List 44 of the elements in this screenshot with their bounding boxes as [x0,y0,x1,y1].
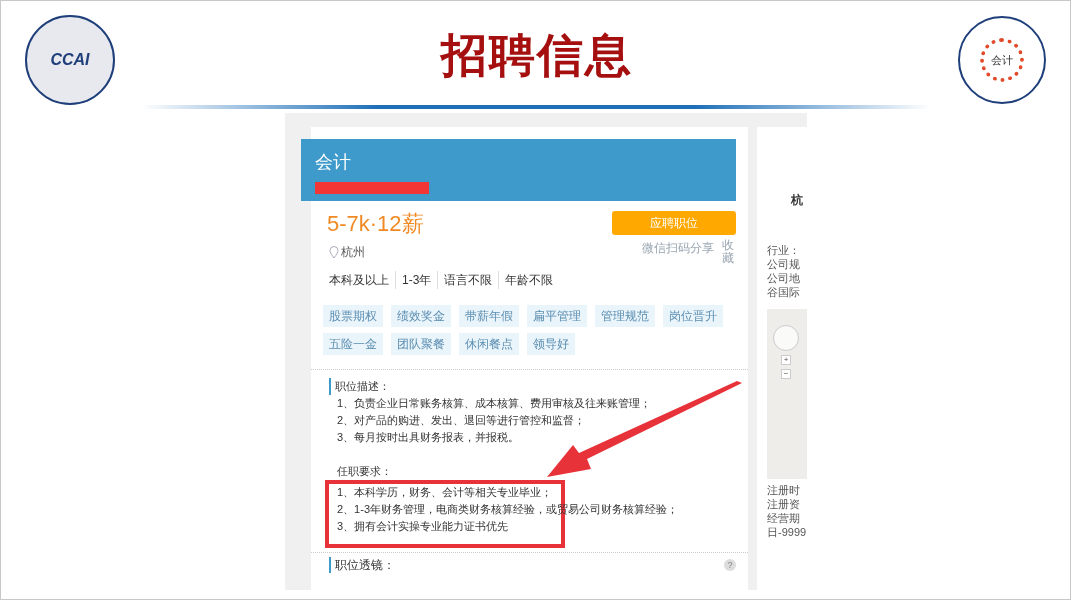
logo-text: CCAI [50,50,90,70]
location: 杭州 [341,244,365,261]
benefit-tag: 休闲餐点 [459,333,519,356]
benefit-tag: 股票期权 [323,305,383,328]
requirement: 年龄不限 [498,271,560,290]
benefit-tag: 团队聚餐 [391,333,451,356]
logo-text: 会计 [991,52,1013,68]
job-title: 会计 [315,151,352,174]
requirement-line: 1、本科学历，财务、会计等相关专业毕业； [337,485,554,501]
benefit-tag: 扁平管理 [527,305,587,328]
requirement: 1-3年 [395,271,438,290]
map-pan-control[interactable] [773,325,799,351]
requirement-line: 3、拥有会计实操专业能力证书优先 [337,519,510,535]
company-info: 日-9999 [767,525,807,539]
section-heading: 职位透镜： [329,557,395,574]
slide-title: 招聘信息 [440,27,633,83]
zoom-button[interactable]: − [781,369,791,379]
company-info: 经营期 [767,511,801,525]
description-line: 1、负责企业日常账务核算、成本核算、费用审核及往来账管理； [336,396,653,412]
salary: 5-7k·12薪 [327,211,424,237]
company-info: 注册时 [767,483,801,497]
company-info: 注册资 [767,497,801,511]
zoom-button[interactable]: + [781,355,791,365]
section-heading: 任职要求： [336,464,393,480]
company-info: 行业： [767,243,801,257]
share-link[interactable]: 微信扫码分享 [642,239,714,266]
benefit-tag: 五险一金 [323,333,383,356]
company-info: 公司规 [767,257,801,271]
help-icon[interactable]: ? [724,559,736,572]
benefit-tag: 带薪年假 [459,305,519,328]
requirement: 本科及以上 [329,272,390,290]
description-line: 2、对产品的购进、发出、退回等进行管控和监督； [336,413,587,429]
apply-button[interactable]: 应聘职位 [612,211,736,235]
requirement: 语言不限 [437,271,499,290]
benefit-tag: 岗位晋升 [663,305,723,328]
company-info: 谷国际 [767,285,801,299]
benefit-tag: 领导好 [527,333,575,356]
benefit-tag: 管理规范 [595,305,655,328]
company-info: 公司地 [767,271,801,285]
company-name: 杭 [790,193,804,207]
benefit-tag: 绩效奖金 [391,305,451,328]
location-pin-icon [329,245,339,259]
description-line: 3、每月按时出具财务报表，并报税。 [336,430,521,446]
favorite-link[interactable]: 收藏 [722,239,736,266]
